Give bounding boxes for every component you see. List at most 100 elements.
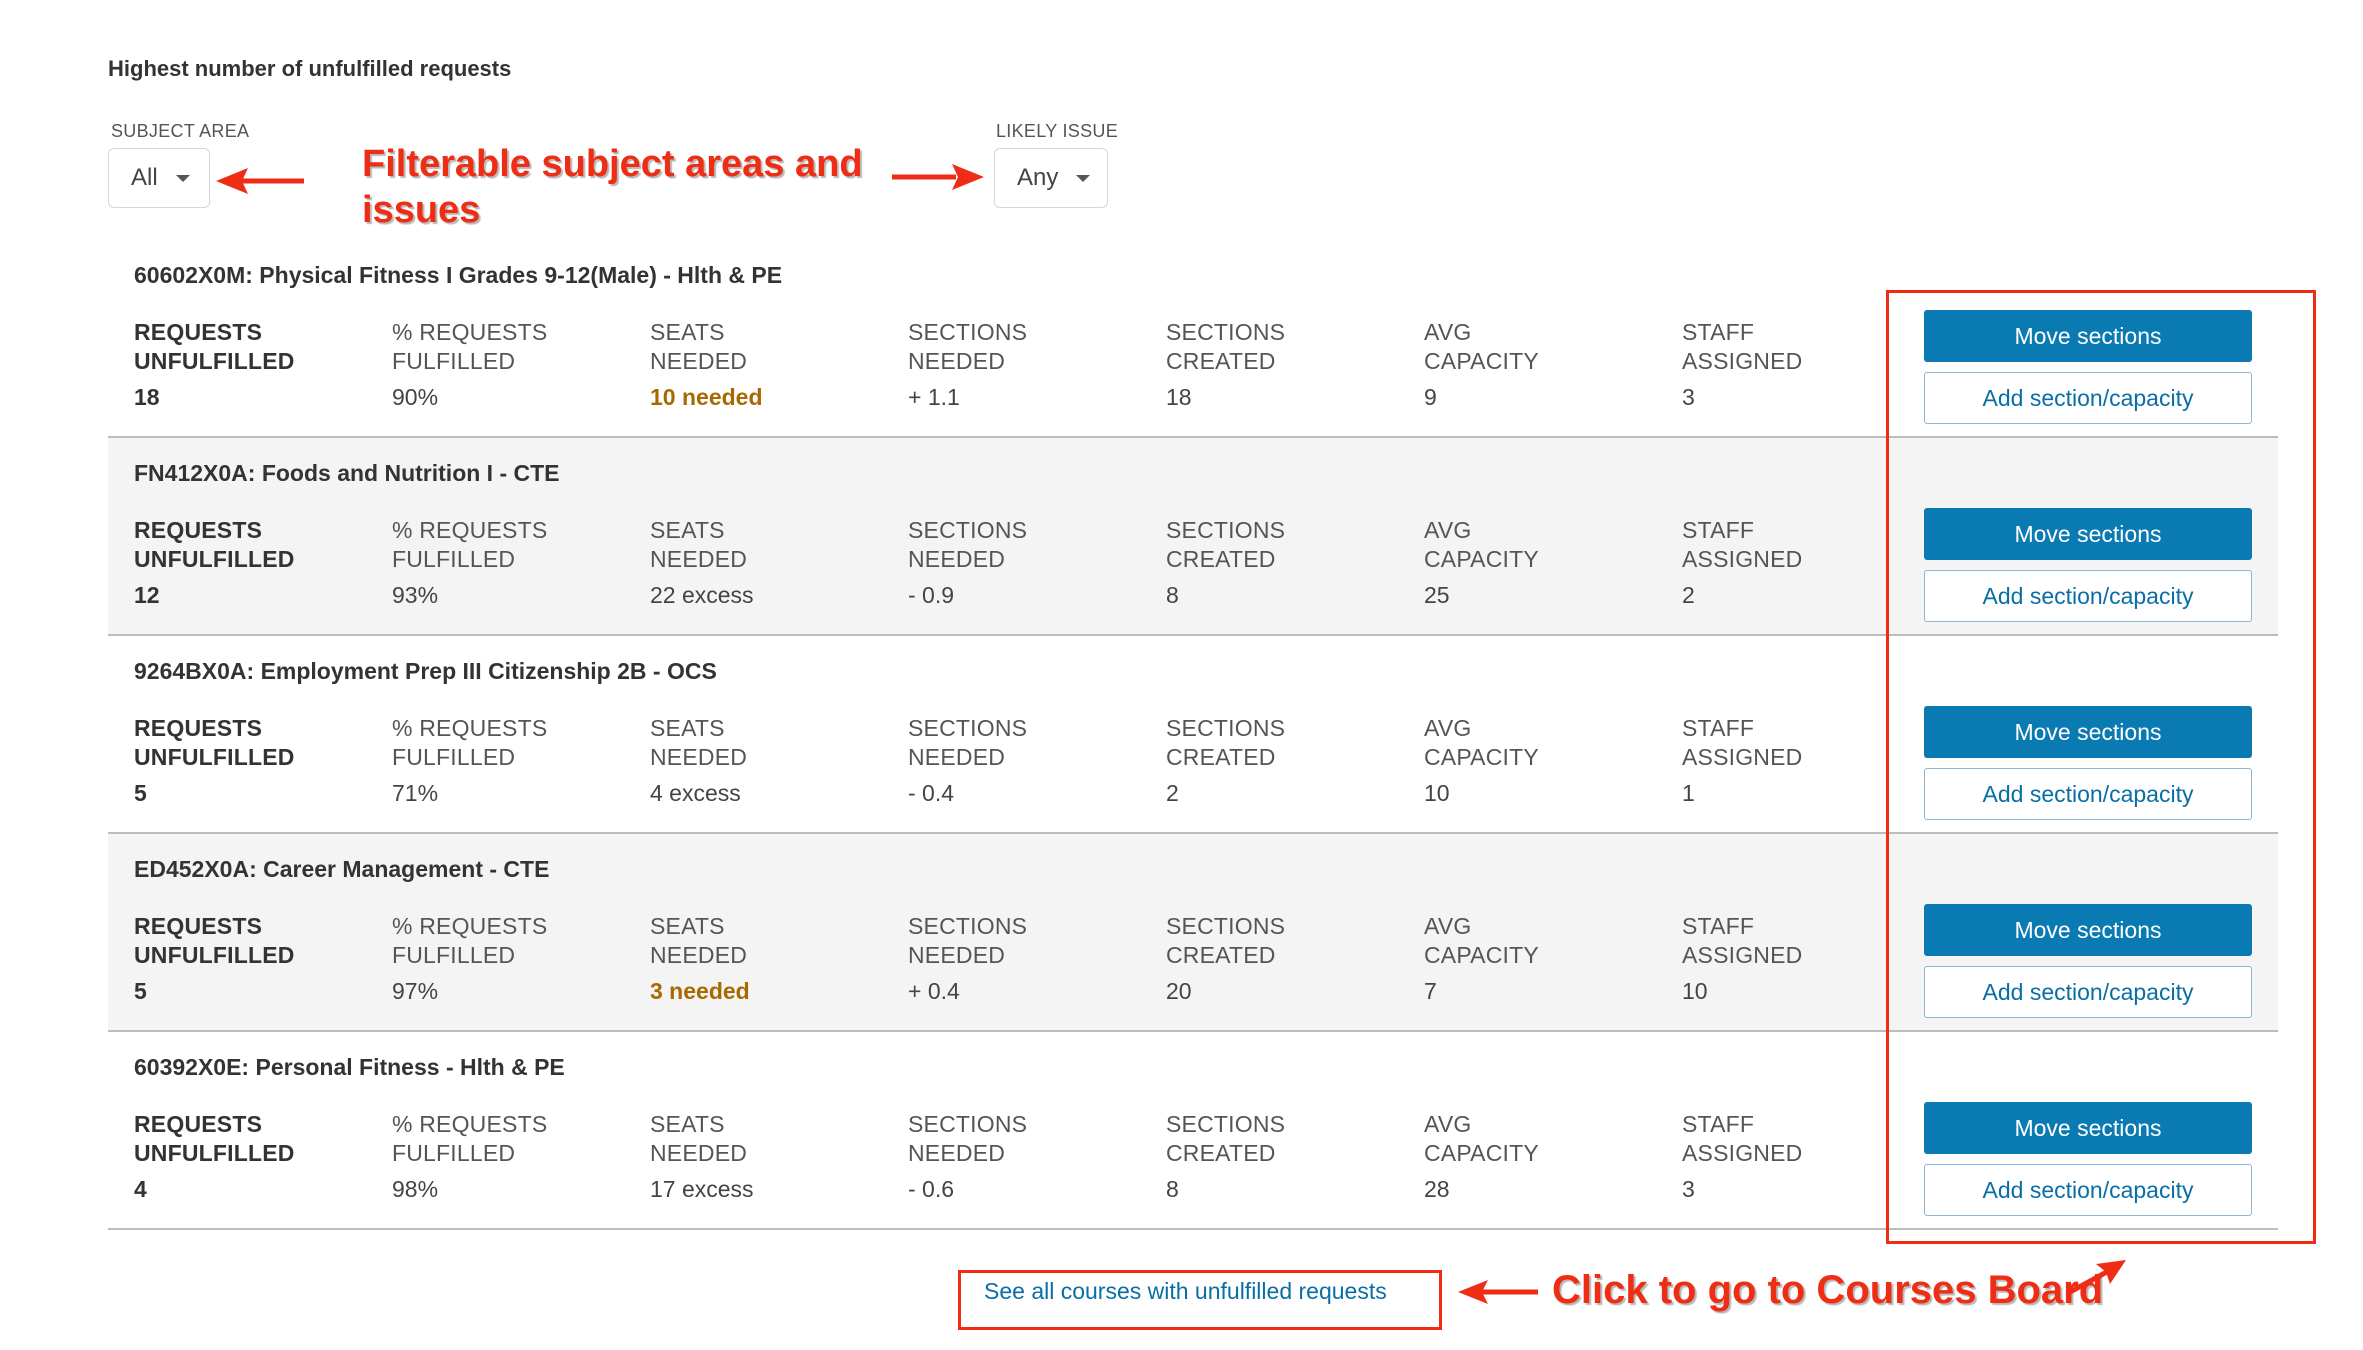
metric-value: 22 excess (650, 582, 754, 608)
metric-label: % REQUESTS FULFILLED (392, 913, 548, 968)
likely-issue-label: LIKELY ISSUE (996, 121, 1118, 141)
metric-value: 20 (1166, 978, 1192, 1004)
metric-label: SECTIONS NEEDED (908, 913, 1028, 968)
metric-value: 25 (1424, 582, 1450, 608)
metric-label: REQUESTS UNFULFILLED (134, 913, 295, 968)
metric-value: 8 (1166, 1176, 1179, 1202)
metric-value: 98% (392, 1176, 439, 1202)
metric-value: 18 (134, 384, 160, 410)
requests-unfulfilled-metric: REQUESTS UNFULFILLED 5 (134, 714, 384, 807)
seats-needed-metric: SEATS NEEDED 4 excess (650, 714, 900, 807)
sections-needed-metric: SECTIONS NEEDED - 0.9 (908, 516, 1158, 609)
metric-value: - 0.9 (908, 582, 955, 608)
seats-needed-metric: SEATS NEEDED 3 needed (650, 912, 900, 1005)
buttons-highlight-box (1886, 290, 2316, 1244)
metric-value: 5 (134, 780, 147, 806)
metric-label: AVG CAPACITY (1424, 715, 1539, 770)
metric-label: % REQUESTS FULFILLED (392, 715, 548, 770)
metric-label: SECTIONS CREATED (1166, 715, 1286, 770)
metric-label: SEATS NEEDED (650, 319, 748, 374)
course-title: 60392X0E: Personal Fitness - Hlth & PE (134, 1054, 565, 1080)
metric-value: - 0.4 (908, 780, 955, 806)
metric-value: 18 (1166, 384, 1192, 410)
metric-label: SEATS NEEDED (650, 715, 748, 770)
subject-area-value: All (131, 164, 158, 191)
metric-value: 10 (1424, 780, 1450, 806)
metric-label: % REQUESTS FULFILLED (392, 319, 548, 374)
metric-value: 8 (1166, 582, 1179, 608)
metric-label: SECTIONS CREATED (1166, 319, 1286, 374)
metric-label: SECTIONS NEEDED (908, 517, 1028, 572)
metric-value: - 0.6 (908, 1176, 955, 1202)
seats-needed-metric: SEATS NEEDED 17 excess (650, 1110, 900, 1203)
metric-label: AVG CAPACITY (1424, 319, 1539, 374)
metric-label: AVG CAPACITY (1424, 1111, 1539, 1166)
metric-label: SECTIONS CREATED (1166, 1111, 1286, 1166)
metric-value: 5 (134, 978, 147, 1004)
metric-label: % REQUESTS FULFILLED (392, 1111, 548, 1166)
page-title: Highest number of unfulfilled requests (108, 56, 512, 81)
requests-unfulfilled-metric: REQUESTS UNFULFILLED 4 (134, 1110, 384, 1203)
sections-needed-metric: SECTIONS NEEDED - 0.4 (908, 714, 1158, 807)
metric-value: 17 excess (650, 1176, 754, 1202)
metric-value: 9 (1424, 384, 1437, 410)
avg-capacity-metric: AVG CAPACITY 28 (1424, 1110, 1674, 1203)
metric-value: 97% (392, 978, 439, 1004)
sections-created-metric: SECTIONS CREATED 18 (1166, 318, 1416, 411)
course-title: 60602X0M: Physical Fitness I Grades 9-12… (134, 262, 783, 288)
pct-fulfilled-metric: % REQUESTS FULFILLED 97% (392, 912, 642, 1005)
requests-unfulfilled-metric: REQUESTS UNFULFILLED 18 (134, 318, 384, 411)
course-title: FN412X0A: Foods and Nutrition I - CTE (134, 460, 560, 486)
filters-annotation: Filterable subject areas and issues (362, 143, 863, 231)
subject-area-label: SUBJECT AREA (111, 121, 250, 141)
right-arrow-icon (892, 164, 984, 190)
likely-issue-dropdown[interactable]: Any (994, 148, 1108, 208)
metric-value: 7 (1424, 978, 1437, 1004)
metric-label: SECTIONS CREATED (1166, 517, 1286, 572)
avg-capacity-metric: AVG CAPACITY 7 (1424, 912, 1674, 1005)
metric-label: REQUESTS UNFULFILLED (134, 319, 295, 374)
metric-value: 90% (392, 384, 439, 410)
metric-value: 3 needed (650, 978, 750, 1004)
courses-board-annotation: Click to go to Courses Board (1552, 1268, 2104, 1312)
course-title: 9264BX0A: Employment Prep III Citizenshi… (134, 658, 717, 684)
metric-label: AVG CAPACITY (1424, 517, 1539, 572)
pct-fulfilled-metric: % REQUESTS FULFILLED 93% (392, 516, 642, 609)
metric-value: 4 (134, 1176, 147, 1202)
requests-unfulfilled-metric: REQUESTS UNFULFILLED 12 (134, 516, 384, 609)
metric-label: REQUESTS UNFULFILLED (134, 715, 295, 770)
sections-created-metric: SECTIONS CREATED 2 (1166, 714, 1416, 807)
metric-value: 12 (134, 582, 160, 608)
metric-label: SECTIONS CREATED (1166, 913, 1286, 968)
left-arrow-icon (216, 168, 304, 194)
metric-value: + 0.4 (908, 978, 960, 1004)
chevron-down-icon (175, 174, 190, 182)
avg-capacity-metric: AVG CAPACITY 10 (1424, 714, 1674, 807)
sections-created-metric: SECTIONS CREATED 20 (1166, 912, 1416, 1005)
metric-label: SECTIONS NEEDED (908, 1111, 1028, 1166)
avg-capacity-metric: AVG CAPACITY 9 (1424, 318, 1674, 411)
seats-needed-metric: SEATS NEEDED 10 needed (650, 318, 900, 411)
up-right-arrow-icon (2068, 1260, 2126, 1295)
metric-label: SEATS NEEDED (650, 913, 748, 968)
pct-fulfilled-metric: % REQUESTS FULFILLED 71% (392, 714, 642, 807)
course-title: ED452X0A: Career Management - CTE (134, 856, 550, 882)
sections-needed-metric: SECTIONS NEEDED + 1.1 (908, 318, 1158, 411)
see-all-courses-link[interactable]: See all courses with unfulfilled request… (984, 1278, 1387, 1305)
subject-area-dropdown[interactable]: All (108, 148, 210, 208)
metric-label: % REQUESTS FULFILLED (392, 517, 548, 572)
metric-value: 93% (392, 582, 439, 608)
pct-fulfilled-metric: % REQUESTS FULFILLED 98% (392, 1110, 642, 1203)
requests-unfulfilled-metric: REQUESTS UNFULFILLED 5 (134, 912, 384, 1005)
metric-value: + 1.1 (908, 384, 960, 410)
metric-value: 28 (1424, 1176, 1450, 1202)
metric-label: SEATS NEEDED (650, 1111, 748, 1166)
metric-value: 2 (1166, 780, 1179, 806)
metric-value: 4 excess (650, 780, 741, 806)
sections-needed-metric: SECTIONS NEEDED + 0.4 (908, 912, 1158, 1005)
metric-value: 10 needed (650, 384, 763, 410)
metric-label: AVG CAPACITY (1424, 913, 1539, 968)
sections-needed-metric: SECTIONS NEEDED - 0.6 (908, 1110, 1158, 1203)
metric-label: SECTIONS NEEDED (908, 319, 1028, 374)
left-arrow-icon (1458, 1280, 1538, 1304)
